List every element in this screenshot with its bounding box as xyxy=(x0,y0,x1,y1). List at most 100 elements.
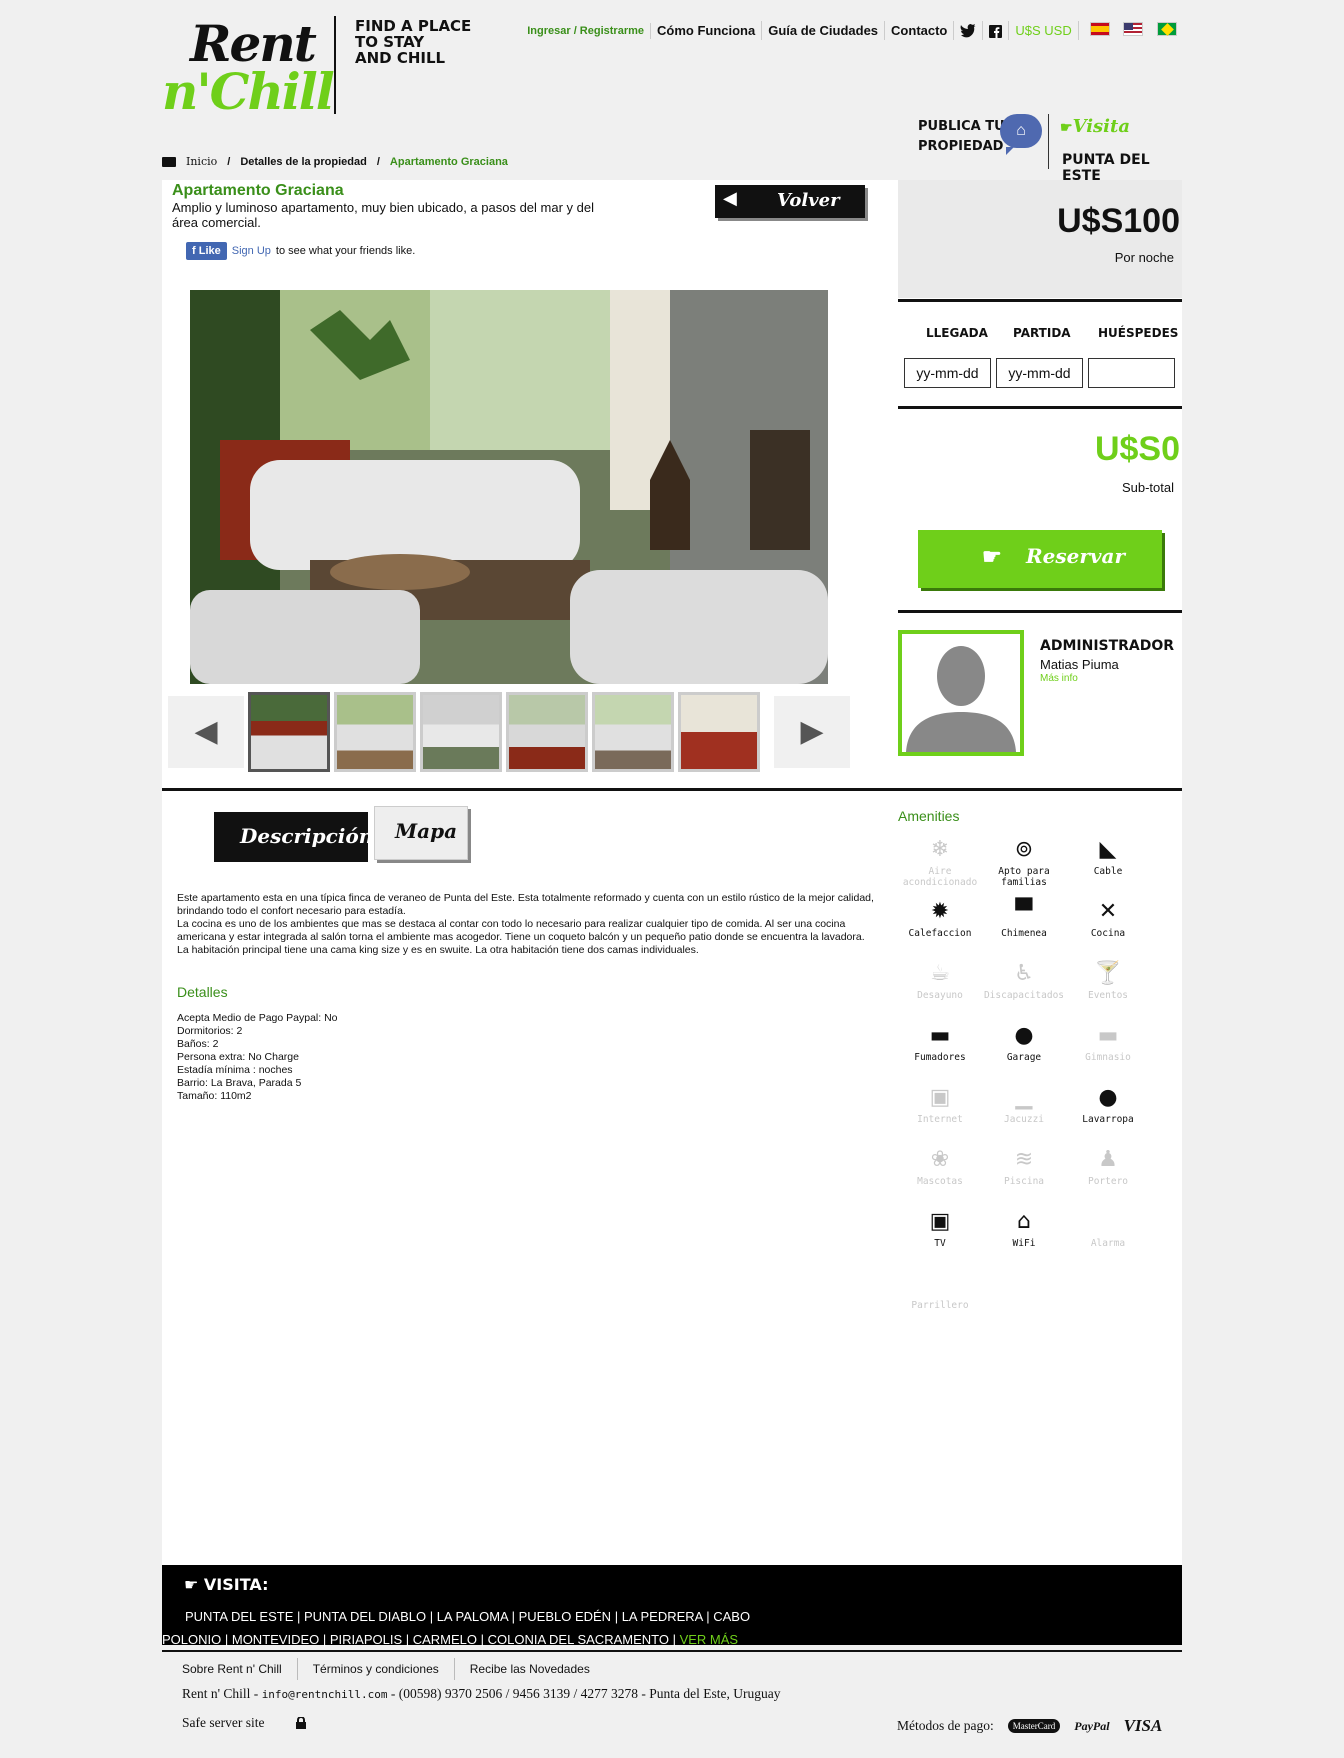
amenity-item: ▬ Fumadores xyxy=(893,1024,987,1064)
footer-divider xyxy=(162,1650,1182,1652)
wheelchair-icon: ♿ xyxy=(1014,961,1034,986)
price-box: U$S100 Por noche xyxy=(898,180,1182,298)
footer-link-terminos[interactable]: Términos y condiciones xyxy=(298,1658,455,1680)
amenity-item: Parrillero xyxy=(893,1272,987,1311)
amenity-item: Alarma xyxy=(1061,1210,1155,1249)
breadcrumb-home[interactable]: Inicio xyxy=(186,155,217,168)
amenity-item: ✕ Cocina xyxy=(1061,900,1155,940)
nightly-price: U$S100 xyxy=(1057,202,1180,240)
logo-text-nchill: n'Chill xyxy=(162,62,335,121)
footer-link-sobre[interactable]: Sobre Rent n' Chill xyxy=(182,1658,298,1680)
heater-icon: ✹ xyxy=(930,899,950,924)
snowflake-icon: ❄ xyxy=(930,837,950,862)
breadcrumb-details[interactable]: Detalles de la propiedad xyxy=(240,156,367,168)
thumbnail[interactable] xyxy=(592,692,674,772)
flag-spain-icon[interactable] xyxy=(1089,22,1110,36)
city-link[interactable]: LA PALOMA xyxy=(437,1609,508,1624)
reservar-button[interactable]: ☛ Reservar xyxy=(918,530,1162,588)
city-separator: | xyxy=(426,1609,437,1624)
volver-button[interactable]: ◀ Volver xyxy=(715,185,865,218)
amenity-item: ▣ TV xyxy=(893,1209,987,1250)
login-link[interactable]: Ingresar / Registrarme xyxy=(521,22,652,39)
amenity-item: 🍸 Eventos xyxy=(1061,962,1155,1002)
contact-line: Rent n' Chill - info@rentnchill.com - (0… xyxy=(182,1686,781,1702)
huespedes-label: HUÉSPEDES xyxy=(1098,326,1179,340)
thumbnail[interactable] xyxy=(248,692,330,772)
flag-brazil-icon[interactable] xyxy=(1157,22,1177,36)
city-separator: | xyxy=(477,1632,488,1647)
details-heading: Detalles xyxy=(177,984,228,1000)
fb-signup-link[interactable]: Sign Up xyxy=(232,245,271,257)
fb-like-button[interactable]: f Like xyxy=(186,242,227,260)
chimney-icon: ▀ xyxy=(1015,899,1033,924)
thumbnail-strip: ◀ ▶ xyxy=(168,690,858,772)
paw-icon: ❀ xyxy=(930,1147,950,1172)
twitter-link[interactable] xyxy=(954,20,984,41)
tagline-line: TO STAY xyxy=(355,33,425,51)
city-link[interactable]: PUNTA DEL DIABLO xyxy=(304,1609,426,1624)
fb-like-label: Like xyxy=(198,245,221,257)
city-separator: | xyxy=(319,1632,330,1647)
city-link[interactable]: MONTEVIDEO xyxy=(232,1632,319,1647)
tab-mapa[interactable]: Mapa xyxy=(374,806,468,860)
logo[interactable]: Rent n'Chill xyxy=(162,14,335,121)
partida-input[interactable]: yy-mm-dd xyxy=(996,358,1083,388)
per-night-label: Por noche xyxy=(1114,250,1174,265)
language-flags xyxy=(1079,20,1182,41)
ver-mas-link[interactable]: VER MÁS xyxy=(680,1632,739,1647)
como-funciona-link[interactable]: Cómo Funciona xyxy=(651,21,763,40)
alarm-icon xyxy=(1061,1210,1155,1234)
amenity-label: Desayuno xyxy=(917,990,963,1001)
admin-name: Matias Piuma xyxy=(1040,657,1119,672)
amenity-label: TV xyxy=(934,1238,946,1249)
city-link[interactable]: PIRIAPOLIS xyxy=(330,1632,402,1647)
city-separator: | xyxy=(611,1609,622,1624)
thumbnail[interactable] xyxy=(506,692,588,772)
llegada-input[interactable]: yy-mm-dd xyxy=(904,358,991,388)
visita-heading: ☛Visita xyxy=(1060,116,1130,137)
contacto-link[interactable]: Contacto xyxy=(885,21,955,40)
detail-line: Tamaño: 110m2 xyxy=(177,1090,252,1102)
tv-icon: ▣ xyxy=(929,1209,951,1234)
facebook-icon: f xyxy=(192,245,199,257)
city-link[interactable]: CARMELO xyxy=(413,1632,477,1647)
prev-photo-button[interactable]: ◀ xyxy=(168,696,244,768)
visita-label: Visita xyxy=(1072,116,1130,137)
breadcrumb-current: Apartamento Graciana xyxy=(389,155,508,168)
grill-icon xyxy=(893,1272,987,1296)
amenity-item: ▀ Chimenea xyxy=(977,899,1071,940)
facebook-link[interactable] xyxy=(983,20,1010,41)
publica-line: PUBLICA TU xyxy=(918,119,1005,134)
admin-more-info-link[interactable]: Más info xyxy=(1040,673,1078,684)
fb-text: to see what your friends like. xyxy=(275,245,416,257)
thumbnail[interactable] xyxy=(420,692,502,772)
arrow-left-icon: ◀ xyxy=(194,715,218,748)
logo-divider xyxy=(334,16,336,114)
city-separator: | xyxy=(507,1609,519,1624)
contact-email[interactable]: info@rentnchill.com xyxy=(262,1688,388,1701)
city-link[interactable]: COLONIA DEL SACRAMENTO xyxy=(488,1632,669,1647)
satellite-icon: ◣ xyxy=(1099,837,1117,862)
huespedes-input[interactable] xyxy=(1088,358,1175,388)
avatar xyxy=(898,630,1024,756)
visita-footer-label: VISITA: xyxy=(203,1575,269,1594)
amenity-item: ✹ Calefaccion xyxy=(893,899,987,940)
thumbnail[interactable] xyxy=(334,692,416,772)
top-nav: Ingresar / Registrarme Cómo Funciona Guí… xyxy=(521,20,1182,41)
city-link[interactable]: PUEBLO EDÉN xyxy=(519,1609,611,1624)
guia-ciudades-link[interactable]: Guía de Ciudades xyxy=(762,21,886,40)
footer-link-novedades[interactable]: Recibe las Novedades xyxy=(455,1658,605,1680)
publica-propiedad-link[interactable]: PUBLICA TU PROPIEDAD xyxy=(918,117,1005,157)
city-link[interactable]: PUNTA DEL ESTE xyxy=(185,1609,293,1624)
doorman-icon: ♟ xyxy=(1098,1147,1118,1172)
tab-descripcion[interactable]: Descripción xyxy=(214,812,373,862)
divider xyxy=(898,610,1182,613)
city-link[interactable]: LA PEDRERA xyxy=(622,1609,703,1624)
currency-selector[interactable]: U$S USD xyxy=(1009,21,1079,40)
flag-usa-icon[interactable] xyxy=(1123,22,1144,36)
breadcrumb-sep: / xyxy=(376,155,380,168)
amenity-label: Alarma xyxy=(1090,1238,1126,1249)
thumbnail[interactable] xyxy=(678,692,760,772)
house-bubble-icon[interactable]: ⌂ xyxy=(1000,114,1042,155)
next-photo-button[interactable]: ▶ xyxy=(774,696,850,768)
